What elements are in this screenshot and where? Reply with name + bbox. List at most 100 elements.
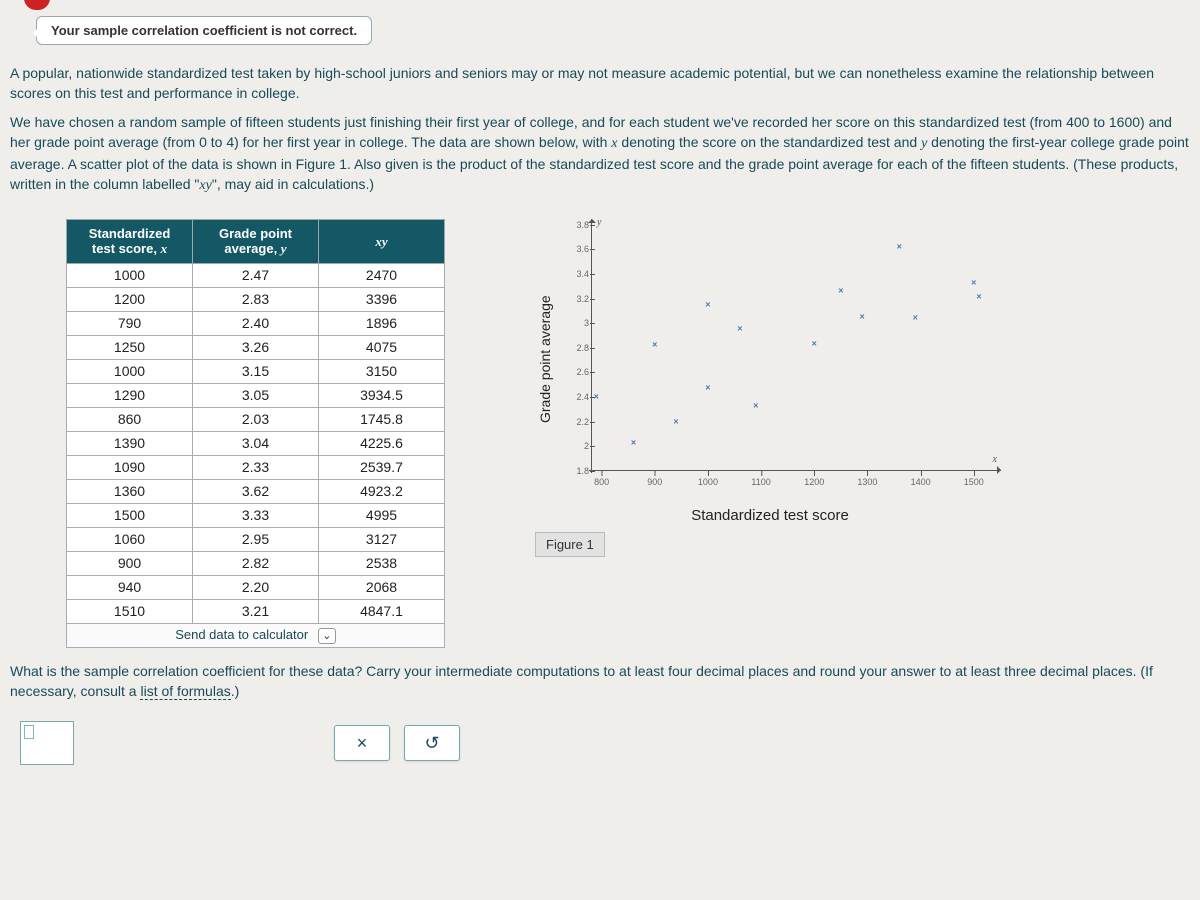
data-point — [630, 439, 637, 446]
x-tick: 800 — [594, 477, 609, 487]
table-cell: 1090 — [67, 455, 193, 479]
problem-statement: A popular, nationwide standardized test … — [0, 45, 1200, 197]
arrow-up-icon — [588, 215, 596, 223]
table-cell: 2538 — [319, 551, 445, 575]
table-cell: 4847.1 — [319, 599, 445, 623]
data-table: Standardized test score, x Grade point a… — [66, 219, 445, 648]
table-row: 12503.264075 — [67, 335, 445, 359]
table-cell: 3.33 — [193, 503, 319, 527]
x-tick: 900 — [647, 477, 662, 487]
table-cell: 1360 — [67, 479, 193, 503]
y-tick: 3.6 — [561, 244, 589, 254]
chevron-down-icon[interactable]: ⌄ — [318, 628, 336, 644]
table-cell: 1896 — [319, 311, 445, 335]
table-cell: 1390 — [67, 431, 193, 455]
table-cell: 1250 — [67, 335, 193, 359]
table-cell: 1500 — [67, 503, 193, 527]
col-header-x: Standardized test score, x — [67, 219, 193, 263]
send-to-calculator-link[interactable]: Send data to calculator — [175, 627, 308, 642]
feedback-bubble: Your sample correlation coefficient is n… — [36, 16, 372, 45]
clear-button[interactable]: × — [334, 725, 390, 761]
y-tick: 2.6 — [561, 367, 589, 377]
table-row: 9002.822538 — [67, 551, 445, 575]
table-row: 7902.401896 — [67, 311, 445, 335]
table-cell: 1510 — [67, 599, 193, 623]
table-cell: 860 — [67, 407, 193, 431]
table-cell: 3.62 — [193, 479, 319, 503]
col-header-y: Grade point average, y — [193, 219, 319, 263]
table-cell: 900 — [67, 551, 193, 575]
data-point — [896, 243, 903, 250]
data-point — [704, 385, 711, 392]
input-handle-icon — [24, 725, 34, 739]
figure-label: Figure 1 — [535, 532, 605, 557]
data-point — [811, 341, 818, 348]
table-cell: 790 — [67, 311, 193, 335]
table-row: 10003.153150 — [67, 359, 445, 383]
table-row: 12002.833396 — [67, 287, 445, 311]
y-tick: 3.2 — [561, 294, 589, 304]
table-row: 15003.334995 — [67, 503, 445, 527]
x-tick: 1100 — [751, 477, 770, 487]
x-axis-letter: x — [993, 454, 997, 465]
y-tick: 2.4 — [561, 392, 589, 402]
table-cell: 3.26 — [193, 335, 319, 359]
chart-xlabel: Standardized test score — [535, 499, 1005, 524]
y-axis-letter: y — [597, 217, 601, 228]
y-tick: 2 — [561, 441, 589, 451]
answer-input[interactable] — [20, 721, 74, 765]
table-cell: 1060 — [67, 527, 193, 551]
table-row: 10002.472470 — [67, 263, 445, 287]
table-cell: 3.21 — [193, 599, 319, 623]
table-row: 13603.624923.2 — [67, 479, 445, 503]
table-cell: 2.03 — [193, 407, 319, 431]
chart-ylabel: Grade point average — [535, 219, 555, 499]
x-axis — [589, 470, 1001, 471]
x-tick: 1000 — [698, 477, 718, 487]
data-point — [970, 279, 977, 286]
table-cell: 2.82 — [193, 551, 319, 575]
table-cell: 2470 — [319, 263, 445, 287]
formulas-link[interactable]: list of formulas — [140, 683, 230, 700]
table-cell: 4995 — [319, 503, 445, 527]
table-cell: 3150 — [319, 359, 445, 383]
arrow-right-icon — [997, 466, 1005, 474]
table-cell: 2.20 — [193, 575, 319, 599]
x-tick: 1500 — [964, 477, 984, 487]
y-axis — [591, 219, 592, 473]
data-point — [673, 418, 680, 425]
table-cell: 1000 — [67, 359, 193, 383]
question-text: What is the sample correlation coefficie… — [0, 648, 1200, 701]
problem-p1: A popular, nationwide standardized test … — [10, 63, 1190, 104]
table-cell: 1745.8 — [319, 407, 445, 431]
y-tick: 3 — [561, 318, 589, 328]
data-point — [837, 288, 844, 295]
x-tick: 1400 — [911, 477, 931, 487]
table-row: 12903.053934.5 — [67, 383, 445, 407]
table-cell: 940 — [67, 575, 193, 599]
table-cell: 4225.6 — [319, 431, 445, 455]
table-cell: 3396 — [319, 287, 445, 311]
y-tick: 3.4 — [561, 269, 589, 279]
data-point — [859, 314, 866, 321]
data-point — [752, 402, 759, 409]
table-cell: 1290 — [67, 383, 193, 407]
col-header-xy: xy — [319, 219, 445, 263]
incorrect-badge-icon — [24, 0, 50, 10]
scatter-chart: Grade point average y x 1.822.22.42.62.8… — [535, 219, 1005, 557]
table-cell: 2.83 — [193, 287, 319, 311]
table-row: 10902.332539.7 — [67, 455, 445, 479]
table-cell: 3.04 — [193, 431, 319, 455]
data-point — [912, 315, 919, 322]
data-point — [736, 326, 743, 333]
table-cell: 4075 — [319, 335, 445, 359]
table-cell: 2.33 — [193, 455, 319, 479]
data-point — [593, 393, 600, 400]
x-tick: 1300 — [857, 477, 877, 487]
feedback-text: Your sample correlation coefficient is n… — [51, 23, 357, 38]
y-tick: 1.8 — [561, 466, 589, 476]
table-cell: 2539.7 — [319, 455, 445, 479]
data-point — [704, 301, 711, 308]
reset-button[interactable]: ↺ — [404, 725, 460, 761]
problem-p2: We have chosen a random sample of fiftee… — [10, 112, 1190, 197]
